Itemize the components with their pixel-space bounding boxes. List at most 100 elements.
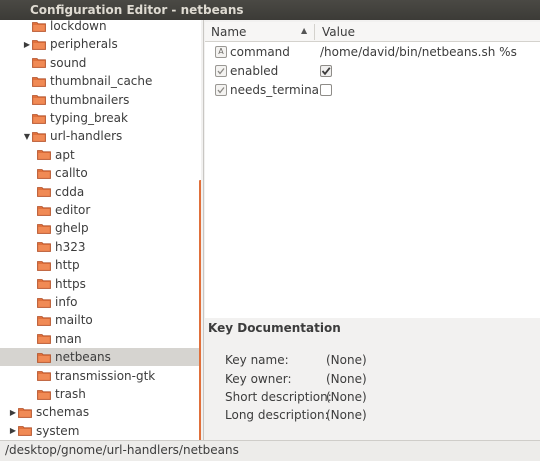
doc-value-key-name: (None) xyxy=(326,353,367,367)
column-header-value[interactable]: Value xyxy=(322,25,355,39)
tree-item-label: http xyxy=(55,258,80,273)
key-value-field[interactable]: /home/david/bin/netbeans.sh %s xyxy=(320,45,517,59)
tree-item-label: url-handlers xyxy=(50,129,123,144)
doc-label-short-description: Short description: xyxy=(225,390,332,404)
key-row-enabled[interactable]: enabled xyxy=(205,62,540,81)
collapse-arrow-icon[interactable]: ▼ xyxy=(22,131,32,141)
tree-item-url-handlers[interactable]: ▼ url-handlers xyxy=(0,127,199,145)
tree-item-thumbnail_cache[interactable]: thumbnail_cache xyxy=(0,72,199,90)
boolean-type-icon xyxy=(215,84,227,96)
tree-item-system[interactable]: ▶ system xyxy=(0,422,199,440)
tree-scrollbar[interactable] xyxy=(199,180,201,440)
tree-item-label: transmission-gtk xyxy=(55,368,156,383)
tree-item-label: peripherals xyxy=(50,37,118,52)
tree-item-label: editor xyxy=(55,203,91,217)
tree-item-label: thumbnail_cache xyxy=(50,74,153,89)
pane-divider[interactable] xyxy=(203,20,204,440)
folder-icon xyxy=(37,241,51,253)
status-bar: /desktop/gnome/url-handlers/netbeans xyxy=(0,440,540,461)
directory-tree[interactable]: lockdown ▶ peripherals sound thumbnail_cache… xyxy=(0,20,201,440)
tree-item-cdda[interactable]: cdda xyxy=(0,183,199,201)
doc-value-key-owner: (None) xyxy=(326,372,367,386)
keys-list[interactable]: Name ▲ Value A command /home/david/bin/n… xyxy=(205,22,540,318)
key-row-needs-terminal[interactable]: needs_terminal xyxy=(205,81,540,100)
key-name: command xyxy=(230,45,290,59)
tree-item-editor[interactable]: editor xyxy=(0,201,199,219)
key-documentation-panel: Key Documentation Key name: (None) Key o… xyxy=(205,318,540,440)
expand-arrow-icon[interactable]: ▶ xyxy=(22,39,32,49)
folder-icon xyxy=(37,168,51,179)
tree-item-sound[interactable]: sound xyxy=(0,54,199,72)
tree-item-schemas[interactable]: ▶ schemas xyxy=(0,403,199,421)
needs-terminal-checkbox[interactable] xyxy=(320,84,332,96)
folder-icon xyxy=(37,223,51,234)
folder-icon xyxy=(18,407,32,418)
doc-value-long-description: (None) xyxy=(326,408,367,422)
tree-item-peripherals[interactable]: ▶ peripherals xyxy=(0,35,199,53)
folder-icon xyxy=(37,315,51,326)
doc-title: Key Documentation xyxy=(208,321,341,335)
tree-item-callto[interactable]: callto xyxy=(0,164,199,182)
folder-icon xyxy=(32,39,46,50)
tree-item-label: schemas xyxy=(36,405,90,420)
folder-icon xyxy=(37,186,51,197)
keys-list-header: Name ▲ Value xyxy=(205,22,540,42)
boolean-type-icon xyxy=(215,65,227,77)
doc-label-long-description: Long description: xyxy=(225,408,329,422)
window-title: Configuration Editor - netbeans xyxy=(30,3,244,17)
folder-icon xyxy=(32,94,46,105)
tree-item-label: man xyxy=(55,331,82,346)
enabled-checkbox[interactable] xyxy=(320,65,332,77)
tree-item-mailto[interactable]: mailto xyxy=(0,311,199,329)
tree-item-label: lockdown xyxy=(50,20,107,33)
folder-icon xyxy=(32,76,46,87)
column-header-name[interactable]: Name xyxy=(211,25,246,39)
tree-item-trash[interactable]: trash xyxy=(0,385,199,403)
expand-arrow-icon[interactable]: ▶ xyxy=(8,407,18,417)
tree-item-ghelp[interactable]: ghelp xyxy=(0,219,199,237)
tree-item-label: sound xyxy=(50,55,87,70)
tree-item-h323[interactable]: h323 xyxy=(0,238,199,256)
tree-item-man[interactable]: man xyxy=(0,330,199,348)
folder-icon xyxy=(37,333,51,345)
tree-item-label: trash xyxy=(55,387,86,401)
folder-icon xyxy=(32,113,46,124)
folder-icon xyxy=(37,389,51,400)
sort-ascending-icon: ▲ xyxy=(301,26,308,35)
key-row-command[interactable]: A command /home/david/bin/netbeans.sh %s xyxy=(205,43,540,62)
tree-item-https[interactable]: https xyxy=(0,275,199,293)
tree-item-http[interactable]: http xyxy=(0,256,199,274)
tree-item-label: netbeans xyxy=(55,350,111,365)
folder-icon xyxy=(37,352,51,363)
string-type-icon: A xyxy=(215,46,227,58)
tree-item-label: mailto xyxy=(55,313,93,328)
tree-item-label: callto xyxy=(55,166,88,181)
tree-item-label: thumbnailers xyxy=(50,92,130,107)
folder-icon xyxy=(37,205,51,216)
tree-item-label: info xyxy=(55,295,78,309)
folder-icon xyxy=(32,131,46,142)
doc-value-short-description: (None) xyxy=(326,390,367,404)
tree-item-lockdown[interactable]: lockdown xyxy=(0,20,199,35)
window-titlebar: Configuration Editor - netbeans xyxy=(0,0,540,20)
folder-icon xyxy=(32,21,46,32)
folder-icon xyxy=(37,260,51,271)
tree-item-thumbnailers[interactable]: thumbnailers xyxy=(0,91,199,109)
tree-item-info[interactable]: info xyxy=(0,293,199,311)
column-divider[interactable] xyxy=(314,24,315,40)
key-name: needs_terminal xyxy=(230,83,323,97)
tree-item-typing_break[interactable]: typing_break xyxy=(0,109,199,127)
doc-label-key-owner: Key owner: xyxy=(225,372,292,386)
tree-item-apt[interactable]: apt xyxy=(0,146,199,164)
expand-arrow-icon[interactable]: ▶ xyxy=(8,426,18,436)
folder-icon xyxy=(32,57,46,69)
tree-item-label: typing_break xyxy=(50,111,128,125)
tree-item-netbeans[interactable]: netbeans xyxy=(0,348,199,367)
tree-item-transmission-gtk[interactable]: transmission-gtk xyxy=(0,367,199,385)
folder-icon xyxy=(37,370,51,381)
current-path: /desktop/gnome/url-handlers/netbeans xyxy=(5,443,239,457)
